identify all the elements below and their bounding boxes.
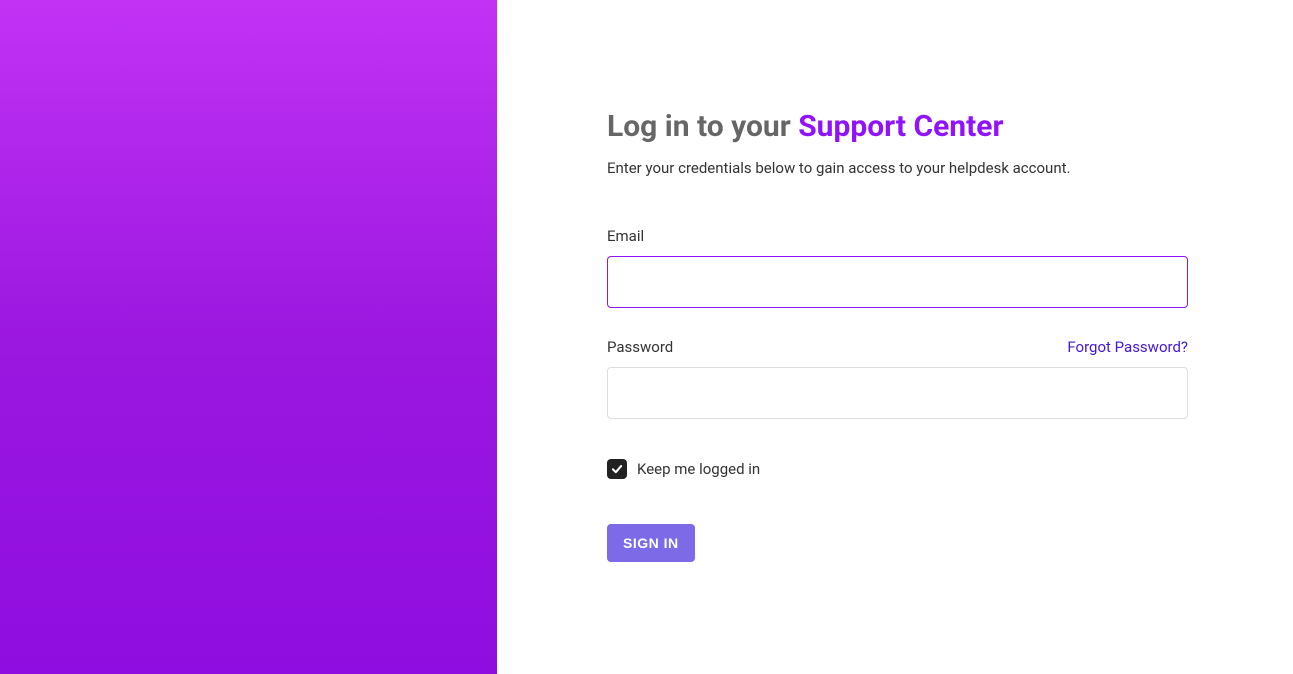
remember-label[interactable]: Keep me logged in [637, 460, 760, 478]
title-accent: Support Center [798, 109, 1003, 144]
signin-button[interactable]: SIGN IN [607, 524, 695, 562]
forgot-password-link[interactable]: Forgot Password? [1067, 338, 1188, 356]
login-form-panel: Log in to your Support Center Enter your… [497, 0, 1293, 674]
email-field-group: Email [607, 227, 1188, 308]
email-label: Email [607, 227, 644, 245]
remember-checkbox[interactable] [607, 459, 627, 479]
page-subtitle: Enter your credentials below to gain acc… [607, 159, 1188, 177]
password-field-group: Password Forgot Password? [607, 338, 1188, 419]
password-input[interactable] [607, 367, 1188, 419]
check-icon [610, 462, 624, 476]
title-prefix: Log in to your [607, 109, 798, 144]
page-title: Log in to your Support Center [607, 109, 1188, 144]
hero-panel [0, 0, 497, 674]
email-input[interactable] [607, 256, 1188, 308]
remember-checkbox-row: Keep me logged in [607, 459, 1188, 479]
password-label: Password [607, 338, 673, 356]
